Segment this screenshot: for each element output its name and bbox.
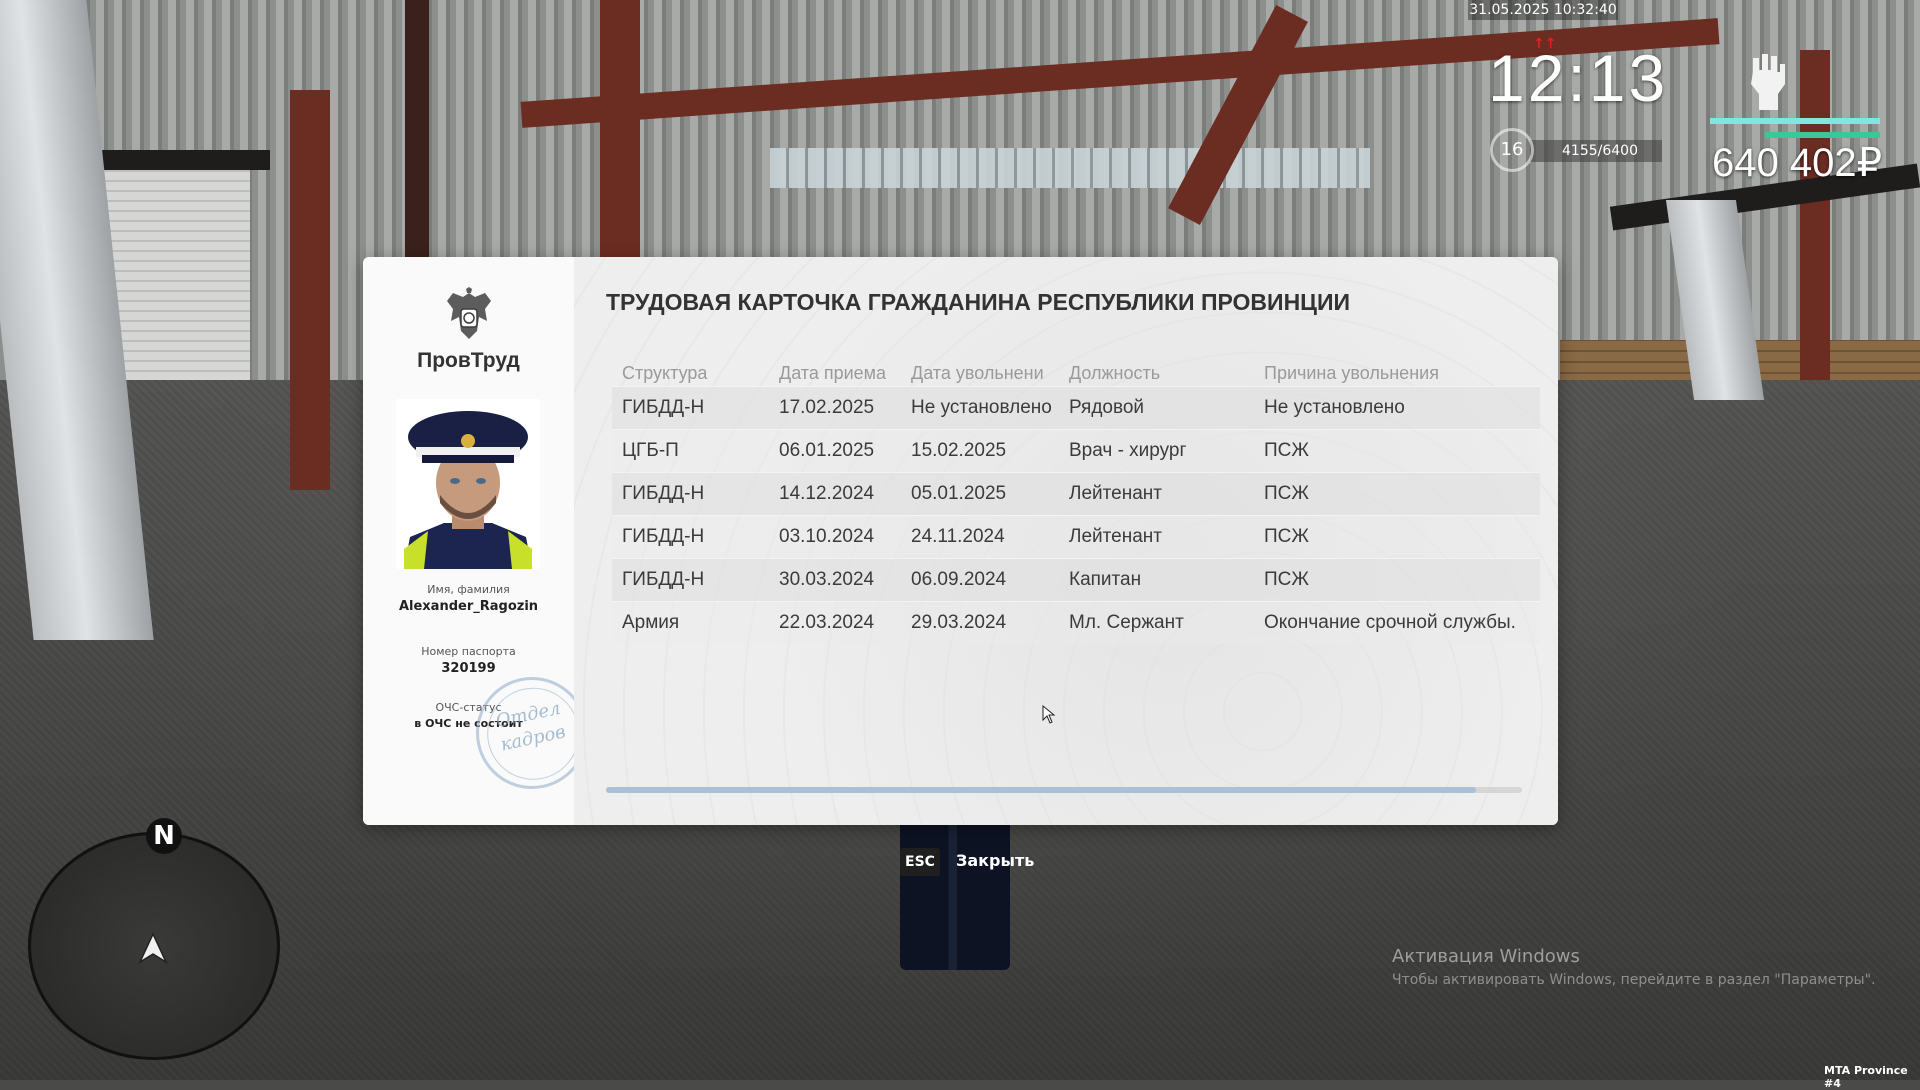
table-row[interactable]: ГИБДД-Н 03.10.2024 24.11.2024 Лейтенант … (612, 515, 1540, 559)
scrollbar-thumb[interactable] (606, 787, 1476, 793)
cell: ГИБДД-Н (612, 558, 769, 602)
cell: Окончание срочной службы. (1254, 601, 1540, 644)
cell: 05.01.2025 (901, 472, 1059, 516)
passport-label: Номер паспорта (421, 645, 516, 658)
hud-clock: 12:13 (1488, 41, 1669, 115)
labour-card-window: ПровТруд Имя, фамилия Alexander_Ragozin … (363, 257, 1558, 825)
profile-panel: ПровТруд Имя, фамилия Alexander_Ragozin … (363, 257, 599, 825)
cell: Лейтенант (1059, 515, 1254, 559)
warehouse-windows (770, 148, 1370, 188)
cell: ЦГБ-П (612, 429, 769, 473)
cell: Рядовой (1059, 386, 1254, 430)
column-header: Причина увольнения (1264, 362, 1439, 383)
column-header: Структура (622, 362, 708, 383)
cell: Мл. Сержант (1059, 601, 1254, 644)
cell: Не установлено (1254, 386, 1540, 430)
cell: Армия (612, 601, 769, 644)
table-row[interactable]: ГИБДД-Н 14.12.2024 05.01.2025 Лейтенант … (612, 472, 1540, 516)
cell: 30.03.2024 (769, 558, 901, 602)
player-arrow-icon (138, 932, 168, 964)
cell: 14.12.2024 (769, 472, 901, 516)
cell: Капитан (1059, 558, 1254, 602)
column-header: Дата приема (779, 362, 887, 383)
employment-panel: ТРУДОВАЯ КАРТОЧКА ГРАЖДАНИНА РЕСПУБЛИКИ … (574, 257, 1558, 825)
cell: ПСЖ (1254, 429, 1540, 473)
close-button[interactable]: Закрыть (956, 851, 1034, 870)
server-name: MTA Province #4 (1824, 1064, 1908, 1090)
roof-column (290, 90, 330, 490)
table-row[interactable]: ГИБДД-Н 17.02.2025 Не установлено Рядово… (612, 386, 1540, 430)
table-row[interactable]: ЦГБ-П 06.01.2025 15.02.2025 Врач - хирур… (612, 429, 1540, 473)
cell: ПСЖ (1254, 472, 1540, 516)
armor-bar (1765, 132, 1880, 138)
table-header: Структура Дата приема Дата увольнени Дол… (612, 360, 1540, 387)
cell: Не установлено (901, 386, 1059, 430)
card-title: ТРУДОВАЯ КАРТОЧКА ГРАЖДАНИНА РЕСПУБЛИКИ … (606, 289, 1351, 315)
cell: ГИБДД-Н (612, 515, 769, 559)
xp-bar: 4155/6400 (1530, 140, 1662, 162)
money-display: 640 402₽ (1712, 141, 1883, 185)
north-indicator: N (146, 818, 182, 854)
org-name: ПровТруд (417, 349, 520, 372)
column-header: Дата увольнени (911, 362, 1044, 383)
cell: 03.10.2024 (769, 515, 901, 559)
table-row[interactable]: Армия 22.03.2024 29.03.2024 Мл. Сержант … (612, 601, 1540, 644)
level-badge: 16 (1490, 128, 1534, 172)
officer-portrait (396, 399, 540, 569)
cell: 15.02.2025 (901, 429, 1059, 473)
horizontal-scrollbar[interactable] (606, 787, 1522, 793)
cell: Лейтенант (1059, 472, 1254, 516)
cell: ПСЖ (1254, 558, 1540, 602)
name-label: Имя, фамилия (427, 583, 510, 596)
table-row[interactable]: ГИБДД-Н 30.03.2024 06.09.2024 Капитан ПС… (612, 558, 1540, 602)
column-header: Должность (1069, 362, 1161, 383)
cell: 17.02.2025 (769, 386, 901, 430)
xp-value: 4155/6400 (1562, 143, 1638, 159)
cell: 24.11.2024 (901, 515, 1059, 559)
roof-column (1800, 50, 1830, 380)
cell: 22.03.2024 (769, 601, 901, 644)
avatar (396, 399, 540, 569)
cell: ГИБДД-Н (612, 472, 769, 516)
health-bar (1710, 118, 1880, 124)
employment-table: Структура Дата приема Дата увольнени Дол… (612, 360, 1540, 644)
cell: 06.09.2024 (901, 558, 1059, 602)
cell: ГИБДД-Н (612, 386, 769, 430)
fist-icon (1751, 54, 1785, 110)
windows-activation-title: Активация Windows (1392, 946, 1580, 967)
mouse-cursor-icon (1042, 705, 1056, 724)
coat-of-arms-icon (447, 287, 491, 339)
name-value: Alexander_Ragozin (398, 599, 539, 614)
passport-value: 320199 (441, 661, 496, 676)
cell: 29.03.2024 (901, 601, 1059, 644)
hud-datetime: 31.05.2025 10:32:40 (1468, 0, 1618, 20)
cell: 06.01.2025 (769, 429, 901, 473)
roof-column (600, 0, 640, 260)
cell: ПСЖ (1254, 515, 1540, 559)
player-legs (900, 820, 1010, 970)
windows-activation-subtitle: Чтобы активировать Windows, перейдите в … (1392, 972, 1876, 988)
cell: Врач - хирург (1059, 429, 1254, 473)
esc-key[interactable]: ESC (900, 848, 940, 876)
